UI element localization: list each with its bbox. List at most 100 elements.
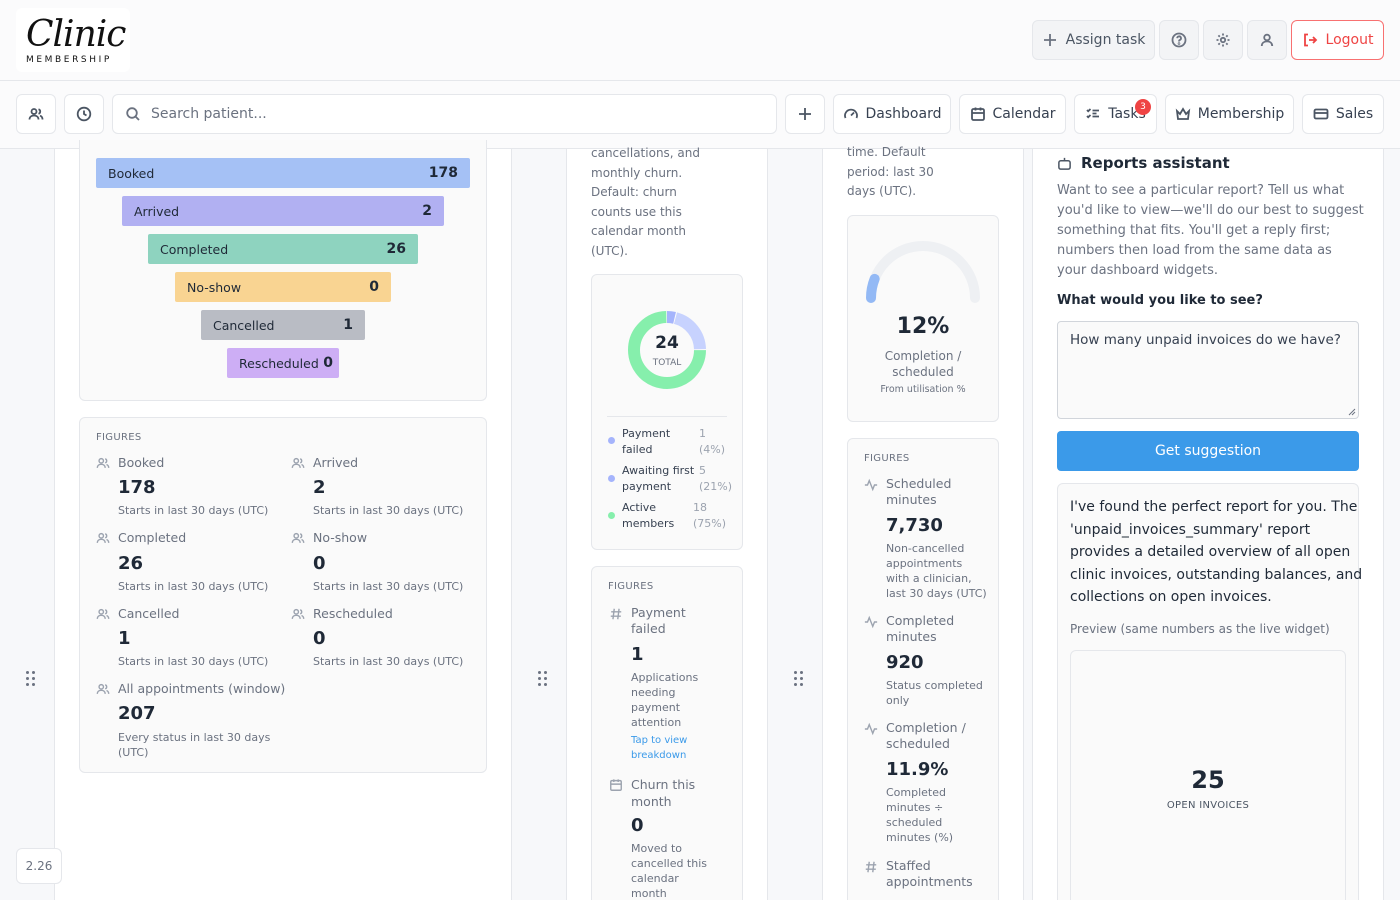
nav-sales[interactable]: Sales — [1302, 94, 1384, 134]
add-button[interactable] — [785, 94, 825, 134]
nav-membership[interactable]: Membership — [1165, 94, 1294, 134]
figure-rescheduled-value: 0 — [313, 628, 326, 649]
fig-scheduled-label: Scheduled minutes — [886, 476, 951, 508]
membership-description: cancellations, and monthly churn. Defaul… — [591, 144, 700, 261]
logout-button[interactable]: Logout — [1291, 20, 1384, 60]
nav-dashboard[interactable]: Dashboard — [833, 94, 951, 134]
figure-booked-label: Booked — [96, 455, 164, 470]
desc-line: counts use this — [591, 204, 682, 219]
nav-sales-label: Sales — [1335, 106, 1374, 122]
funnel-bar-rescheduled: Rescheduled 0 — [227, 348, 339, 378]
figure-arrived-sub: Starts in last 30 days (UTC) — [313, 504, 464, 517]
bot-icon — [1058, 157, 1071, 170]
fig-label-line: month — [631, 794, 672, 809]
clinic-logo[interactable]: Clinic MEMBERSHIP — [16, 8, 130, 72]
funnel-value: 0 — [323, 355, 333, 371]
fig-scheduled-value: 7,730 — [886, 515, 943, 536]
funnel-value: 0 — [369, 279, 379, 295]
resize-handle-icon[interactable] — [1348, 408, 1356, 416]
intro-line: numbers then load from the same data as — [1057, 243, 1332, 258]
nav-membership-label: Membership — [1197, 106, 1285, 122]
desc-line: monthly churn. — [591, 165, 683, 180]
nav-calendar[interactable]: Calendar — [959, 94, 1066, 134]
tasks-icon — [1086, 108, 1100, 119]
figure-booked-value: 178 — [118, 477, 156, 498]
query-textarea[interactable]: How many unpaid invoices do we have? — [1057, 321, 1359, 419]
link-line[interactable]: breakdown — [631, 748, 687, 763]
sub-line: Applications — [631, 671, 699, 684]
utilisation-description: time. Default period: last 30 days (UTC)… — [847, 143, 934, 202]
sub-line: Non-cancelled — [886, 542, 965, 555]
gauge-label: Completion / scheduled — [847, 348, 999, 380]
sub-line: minutes (%) — [886, 831, 954, 844]
sub-line: month — [631, 887, 667, 900]
assistant-reply: I've found the perfect report for you. T… — [1070, 496, 1362, 609]
query-text: How many unpaid invoices do we have? — [1070, 332, 1341, 348]
drag-handle-1[interactable] — [26, 671, 36, 689]
settings-button[interactable] — [1203, 20, 1243, 60]
figure-no-show-label: No-show — [291, 530, 367, 545]
help-button[interactable] — [1159, 20, 1199, 60]
legend-count-value: 1 — [699, 427, 706, 440]
fig-label-line: minutes — [886, 492, 937, 507]
legend-count-value: 18 — [693, 501, 707, 514]
sub-line: calendar — [631, 872, 679, 885]
view-breakdown-link[interactable]: Tap to view breakdown — [631, 733, 687, 763]
legend-label-line: Payment — [622, 427, 671, 440]
fig-label-line: Churn this — [631, 777, 696, 792]
history-button[interactable] — [64, 94, 104, 134]
figures-title: FIGURES — [864, 453, 910, 464]
profile-button[interactable] — [1247, 20, 1287, 60]
sub-line: appointments — [886, 557, 963, 570]
fig-ratio-label: Completion / scheduled — [886, 720, 966, 752]
fig-payment-failed-value: 1 — [631, 644, 644, 665]
sub-line: minutes ÷ — [886, 801, 944, 814]
figure-rescheduled-label: Rescheduled — [291, 606, 393, 621]
figure-all-value: 207 — [118, 703, 156, 724]
desc-line: Default: churn — [591, 185, 677, 199]
get-suggestion-button[interactable]: Get suggestion — [1057, 431, 1359, 471]
preview-caption: OPEN INVOICES — [1166, 800, 1250, 811]
patients-button[interactable] — [16, 94, 56, 134]
question-label: What would you like to see? — [1057, 293, 1263, 308]
figure-cancelled-value: 1 — [118, 628, 131, 649]
assign-task-button[interactable]: Assign task — [1032, 20, 1155, 60]
preview-label: Preview (same numbers as the live widget… — [1070, 622, 1330, 636]
preview-value: 25 — [1191, 766, 1225, 794]
utilisation-gauge — [866, 241, 980, 303]
desc-line: period: last 30 — [847, 164, 934, 179]
sub-line: scheduled — [886, 816, 943, 829]
gear-icon — [1216, 33, 1230, 47]
logo-subtitle: MEMBERSHIP — [26, 55, 112, 65]
users-icon — [28, 108, 44, 120]
legend-percent: (75%) — [693, 517, 727, 530]
figure-arrived-label: Arrived — [291, 455, 358, 470]
link-line[interactable]: Tap to view — [631, 733, 687, 748]
fig-payment-failed-label: Payment failed — [631, 605, 686, 637]
fig-churn-value: 0 — [631, 815, 644, 836]
intro-line: Want to see a particular report? Tell us… — [1057, 183, 1345, 198]
fig-label-line: Staffed — [886, 858, 931, 873]
intro-line: something that fits. You'll get a reply … — [1057, 223, 1331, 238]
users-icon — [291, 608, 305, 619]
figure-label-text: Arrived — [313, 455, 359, 470]
sub-line: Completed — [886, 786, 946, 799]
sub-line: last 30 days (UTC) — [886, 587, 987, 600]
fig-label-line: Completed — [886, 613, 955, 628]
search-icon — [126, 107, 140, 121]
sub-line: attention — [631, 716, 682, 729]
figure-arrived-value: 2 — [313, 477, 326, 498]
sub-line: needing — [631, 686, 676, 699]
legend-dot — [608, 512, 615, 519]
assign-task-label: Assign task — [1065, 32, 1146, 48]
sub-line: with a clinician, — [886, 572, 972, 585]
search-input[interactable] — [151, 106, 751, 122]
drag-handle-3[interactable] — [794, 671, 804, 689]
funnel-value: 26 — [386, 241, 406, 257]
donut-total-label: TOTAL — [652, 358, 682, 368]
patient-search[interactable] — [112, 94, 777, 134]
tasks-count-badge: 3 — [1135, 99, 1151, 115]
sub-line: Moved to — [631, 842, 683, 855]
users-icon — [96, 683, 110, 694]
drag-handle-2[interactable] — [538, 671, 548, 689]
